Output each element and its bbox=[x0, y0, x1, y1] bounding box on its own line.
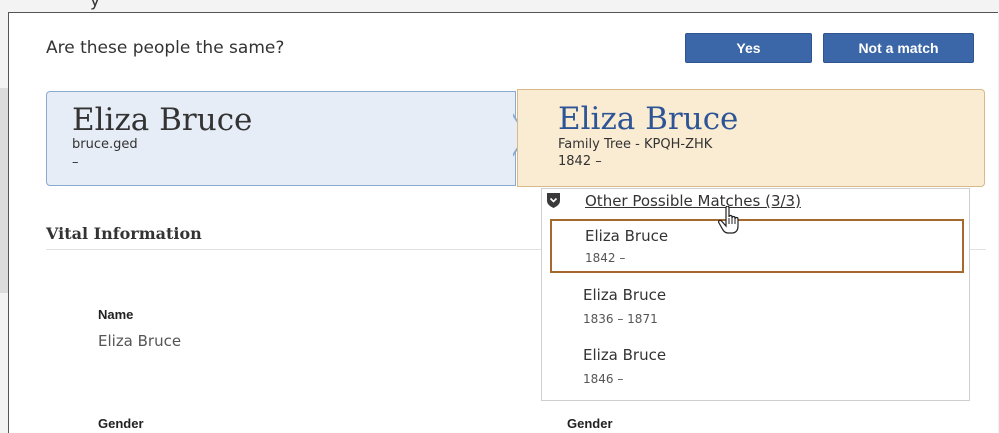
shield-icon bbox=[547, 193, 560, 208]
right-person-source: Family Tree - KPQH-ZHK bbox=[558, 137, 713, 152]
other-matches-link[interactable]: Other Possible Matches (3/3) bbox=[585, 192, 801, 210]
match-name: Eliza Bruce bbox=[583, 346, 667, 364]
match-dates: 1846 – bbox=[583, 372, 624, 386]
hand-pointer-icon bbox=[718, 206, 739, 234]
left-person-dates: – bbox=[72, 155, 79, 170]
left-person-name: Eliza Bruce bbox=[72, 102, 253, 138]
page-question: Are these people the same? bbox=[46, 38, 285, 58]
yes-button[interactable]: Yes bbox=[685, 33, 812, 63]
match-name: Eliza Bruce bbox=[585, 227, 669, 245]
right-person-dates: 1842 – bbox=[558, 154, 602, 169]
match-item[interactable]: Eliza Bruce 1836 – 1871 bbox=[550, 279, 964, 333]
match-item[interactable]: Eliza Bruce 1846 – bbox=[550, 339, 964, 393]
name-field-label: Name bbox=[98, 307, 134, 322]
match-item[interactable]: Eliza Bruce 1842 – bbox=[550, 219, 964, 273]
left-person-source: bruce.ged bbox=[72, 137, 138, 152]
section-title: Vital Information bbox=[46, 224, 202, 243]
match-dates: 1842 – bbox=[585, 251, 626, 265]
name-field-value: Eliza Bruce bbox=[98, 332, 182, 350]
right-person-name: Eliza Bruce bbox=[558, 101, 739, 137]
right-person-card: Eliza Bruce Family Tree - KPQH-ZHK 1842 … bbox=[517, 89, 985, 187]
not-a-match-button[interactable]: Not a match bbox=[823, 33, 974, 63]
clipped-heading: y bbox=[90, 0, 101, 11]
match-dates: 1836 – 1871 bbox=[583, 312, 658, 326]
left-person-card: Eliza Bruce bruce.ged – bbox=[46, 91, 516, 186]
match-name: Eliza Bruce bbox=[583, 286, 667, 304]
